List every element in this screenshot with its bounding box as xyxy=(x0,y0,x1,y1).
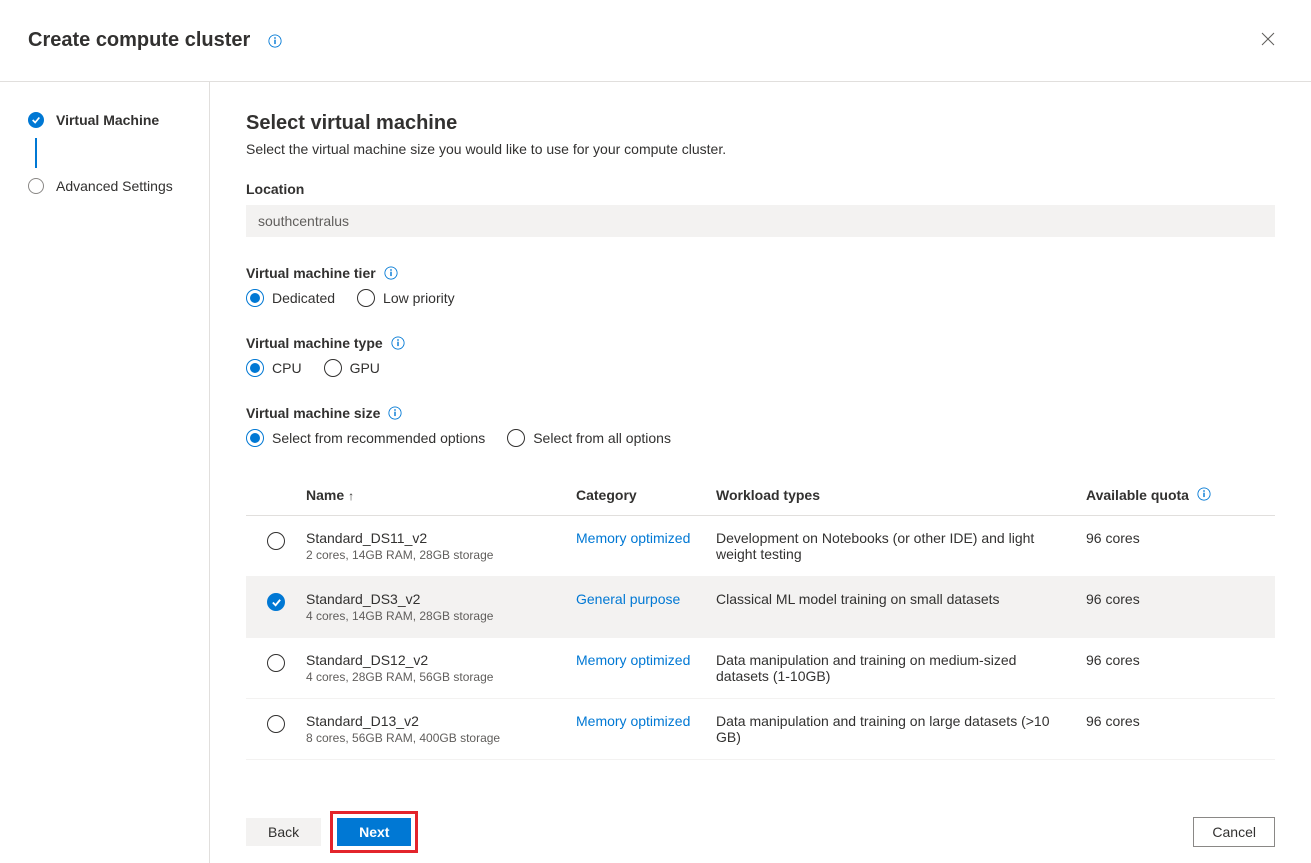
info-icon[interactable] xyxy=(268,34,282,48)
row-select-radio[interactable] xyxy=(267,593,285,611)
info-icon[interactable] xyxy=(1197,487,1211,501)
next-button[interactable]: Next xyxy=(337,818,411,846)
vmsize-radio-group: Select from recommended options Select f… xyxy=(246,429,1275,447)
vm-name: Standard_D13_v2 xyxy=(306,713,560,729)
vm-workload: Data manipulation and training on medium… xyxy=(716,652,1086,684)
column-category-header[interactable]: Category xyxy=(576,487,716,503)
row-select-radio[interactable] xyxy=(267,715,285,733)
cancel-button[interactable]: Cancel xyxy=(1193,817,1275,847)
vm-table-header: Name↑ Category Workload types Available … xyxy=(246,475,1275,516)
step-connector xyxy=(35,138,37,168)
vm-table-row[interactable]: Standard_DS12_v2 4 cores, 28GB RAM, 56GB… xyxy=(246,638,1275,699)
info-icon[interactable] xyxy=(384,266,398,280)
vm-specs: 4 cores, 28GB RAM, 56GB storage xyxy=(306,670,560,684)
back-button[interactable]: Back xyxy=(246,818,321,846)
section-subtitle: Select the virtual machine size you woul… xyxy=(246,141,1275,157)
wizard-footer: Back Next Cancel xyxy=(210,801,1311,863)
vmsize-all-radio[interactable]: Select from all options xyxy=(507,429,671,447)
tier-lowpriority-radio[interactable]: Low priority xyxy=(357,289,455,307)
vmtype-gpu-radio[interactable]: GPU xyxy=(324,359,380,377)
category-link[interactable]: Memory optimized xyxy=(576,652,690,668)
sort-ascending-icon: ↑ xyxy=(348,489,354,503)
vm-quota: 96 cores xyxy=(1086,652,1275,668)
vm-table-row[interactable]: Standard_D13_v2 8 cores, 56GB RAM, 400GB… xyxy=(246,699,1275,760)
close-icon xyxy=(1261,34,1275,49)
step-label: Virtual Machine xyxy=(56,112,159,128)
category-link[interactable]: General purpose xyxy=(576,591,680,607)
step-label: Advanced Settings xyxy=(56,178,173,194)
location-input xyxy=(246,205,1275,237)
vm-name: Standard_DS3_v2 xyxy=(306,591,560,607)
dialog-title: Create compute cluster xyxy=(28,29,250,52)
column-quota-header[interactable]: Available quota xyxy=(1086,487,1275,503)
vm-workload: Development on Notebooks (or other IDE) … xyxy=(716,530,1086,562)
check-icon xyxy=(28,112,44,128)
tier-label: Virtual machine tier xyxy=(246,265,1275,281)
vm-workload: Classical ML model training on small dat… xyxy=(716,591,1086,607)
vm-name: Standard_DS12_v2 xyxy=(306,652,560,668)
close-button[interactable] xyxy=(1253,24,1283,57)
info-icon[interactable] xyxy=(388,406,402,420)
vm-specs: 2 cores, 14GB RAM, 28GB storage xyxy=(306,548,560,562)
vm-table-row[interactable]: Standard_DS3_v2 4 cores, 14GB RAM, 28GB … xyxy=(246,577,1275,638)
main-content: Select virtual machine Select the virtua… xyxy=(210,82,1311,801)
vmsize-recommended-radio[interactable]: Select from recommended options xyxy=(246,429,485,447)
vmtype-radio-group: CPU GPU xyxy=(246,359,1275,377)
vm-quota: 96 cores xyxy=(1086,530,1275,546)
step-advanced-settings[interactable]: Advanced Settings xyxy=(0,168,209,204)
vm-name: Standard_DS11_v2 xyxy=(306,530,560,546)
row-select-radio[interactable] xyxy=(267,532,285,550)
vmtype-cpu-radio[interactable]: CPU xyxy=(246,359,302,377)
vm-specs: 8 cores, 56GB RAM, 400GB storage xyxy=(306,731,560,745)
vm-specs: 4 cores, 14GB RAM, 28GB storage xyxy=(306,609,560,623)
vm-workload: Data manipulation and training on large … xyxy=(716,713,1086,745)
step-virtual-machine[interactable]: Virtual Machine xyxy=(0,102,209,138)
category-link[interactable]: Memory optimized xyxy=(576,713,690,729)
vm-quota: 96 cores xyxy=(1086,591,1275,607)
tier-radio-group: Dedicated Low priority xyxy=(246,289,1275,307)
row-select-radio[interactable] xyxy=(267,654,285,672)
section-title: Select virtual machine xyxy=(246,112,1275,135)
location-label: Location xyxy=(246,181,1275,197)
wizard-steps: Virtual Machine Advanced Settings xyxy=(0,82,210,863)
vmsize-label: Virtual machine size xyxy=(246,405,1275,421)
category-link[interactable]: Memory optimized xyxy=(576,530,690,546)
vm-table-row[interactable]: Standard_DS11_v2 2 cores, 14GB RAM, 28GB… xyxy=(246,516,1275,577)
step-circle-empty xyxy=(28,178,44,194)
tier-dedicated-radio[interactable]: Dedicated xyxy=(246,289,335,307)
info-icon[interactable] xyxy=(391,336,405,350)
column-workload-header[interactable]: Workload types xyxy=(716,487,1086,503)
vm-table-body: Standard_DS11_v2 2 cores, 14GB RAM, 28GB… xyxy=(246,516,1275,760)
vmtype-label: Virtual machine type xyxy=(246,335,1275,351)
vm-quota: 96 cores xyxy=(1086,713,1275,729)
dialog-header: Create compute cluster xyxy=(0,0,1311,82)
column-name-header[interactable]: Name↑ xyxy=(306,487,576,503)
